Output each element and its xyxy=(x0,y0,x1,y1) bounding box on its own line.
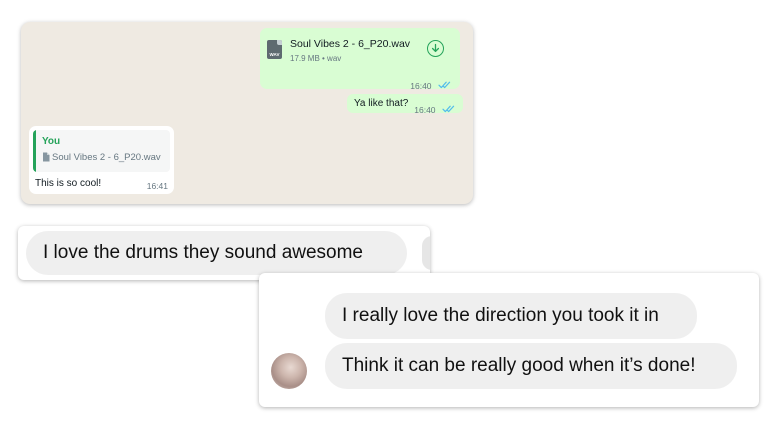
audio-file-message[interactable]: WAV Soul Vibes 2 - 6_P20.wav 17.9 MB • w… xyxy=(260,28,460,91)
outgoing-message[interactable]: Ya like that? 16:40 xyxy=(347,94,463,115)
message-bubble[interactable]: Think it can be really good when it’s do… xyxy=(325,343,737,389)
read-ticks-icon xyxy=(442,105,455,112)
quoted-message[interactable]: You Soul Vibes 2 - 6_P20.wav xyxy=(33,130,170,172)
message-time: 16:41 xyxy=(146,181,168,191)
message-time: 16:40 xyxy=(414,105,436,115)
quote-accent-bar xyxy=(33,130,36,172)
instagram-chat-snippet-top: I love the drums they sound awesome xyxy=(18,226,430,280)
message-text: Ya like that? xyxy=(354,98,409,109)
document-icon xyxy=(43,152,50,162)
message-meta: 16:40 xyxy=(414,100,455,118)
whatsapp-chat-panel: WAV Soul Vibes 2 - 6_P20.wav 17.9 MB • w… xyxy=(21,22,473,204)
file-meta: 17.9 MB • wav xyxy=(290,54,342,63)
message-text: Think it can be really good when it’s do… xyxy=(342,355,696,376)
quote-text: Soul Vibes 2 - 6_P20.wav xyxy=(52,152,161,163)
message-text: I really love the direction you took it … xyxy=(342,305,659,326)
file-name: Soul Vibes 2 - 6_P20.wav xyxy=(290,38,411,50)
message-meta: 16:40 xyxy=(410,76,451,94)
download-arrow-icon xyxy=(431,43,440,53)
message-time: 16:40 xyxy=(410,81,432,91)
quote-author: You xyxy=(42,136,61,147)
read-ticks-icon xyxy=(438,81,451,88)
message-text: I love the drums they sound awesome xyxy=(43,242,364,263)
incoming-message[interactable]: You Soul Vibes 2 - 6_P20.wav This is so … xyxy=(29,126,174,194)
message-bubble[interactable]: I really love the direction you took it … xyxy=(325,293,697,339)
download-button[interactable] xyxy=(427,40,444,57)
sender-avatar[interactable] xyxy=(271,353,307,389)
message-bubble[interactable]: I love the drums they sound awesome xyxy=(26,231,407,275)
message-text: This is so cool! xyxy=(35,178,102,189)
wav-file-icon: WAV xyxy=(267,40,282,59)
instagram-chat-snippet-bottom: I really love the direction you took it … xyxy=(259,273,759,407)
partial-message-bubble xyxy=(422,236,430,270)
